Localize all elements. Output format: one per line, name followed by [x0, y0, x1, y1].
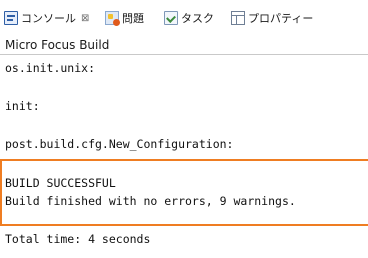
console-line: post.build.cfg.New_Configuration:	[5, 137, 234, 151]
tab-properties[interactable]: プロパティー	[231, 8, 313, 28]
console-icon	[4, 11, 18, 25]
console-line: init:	[5, 99, 40, 113]
console-line: BUILD SUCCESSFUL	[5, 176, 116, 190]
console-line: os.init.unix:	[5, 61, 96, 75]
properties-icon	[231, 11, 245, 25]
console-output[interactable]: os.init.unix: init: post.build.cfg.New_C…	[0, 55, 368, 258]
tab-console[interactable]: コンソール ⊠	[4, 8, 89, 28]
tab-problems-label: 問題	[122, 12, 144, 25]
tab-tasks-label: タスク	[181, 12, 214, 25]
console-title: Micro Focus Build	[0, 36, 368, 55]
tasks-icon	[164, 11, 178, 25]
console-line: Build finished with no errors, 9 warning…	[5, 194, 296, 208]
tab-problems[interactable]: 問題	[105, 8, 144, 28]
tab-tasks[interactable]: タスク	[164, 8, 214, 28]
tab-properties-label: プロパティー	[248, 12, 314, 25]
tab-console-label: コンソール	[21, 12, 76, 25]
problems-icon	[105, 11, 120, 26]
view-tab-bar: コンソール ⊠ 問題 タスク プロパティー	[0, 0, 368, 36]
console-line: Total time: 4 seconds	[5, 232, 151, 246]
close-icon[interactable]: ⊠	[81, 13, 89, 24]
